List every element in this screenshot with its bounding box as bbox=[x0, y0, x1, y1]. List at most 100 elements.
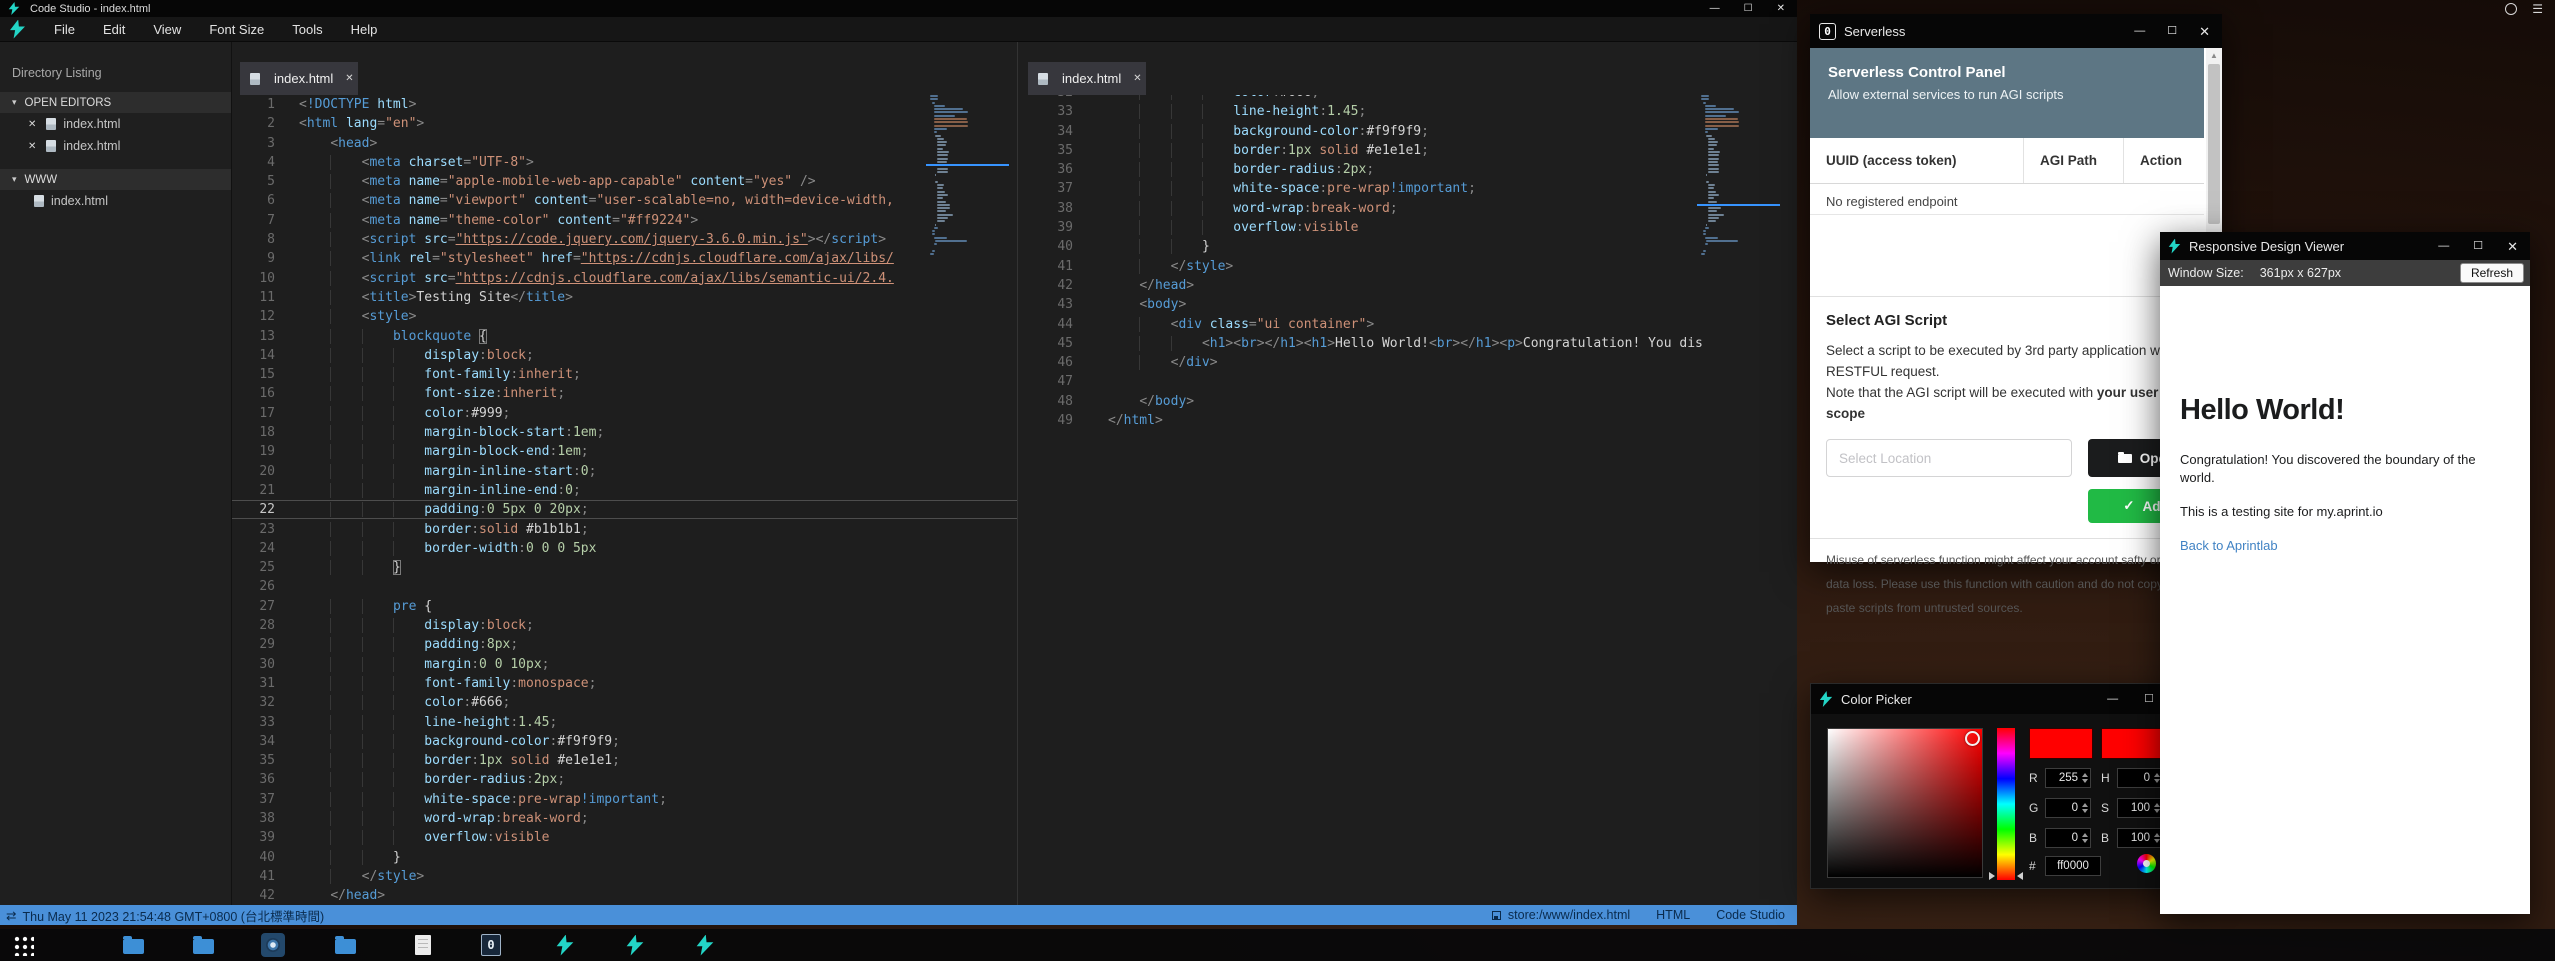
close-icon[interactable]: ✕ bbox=[345, 73, 353, 84]
preview-link[interactable]: Back to Aprintlab bbox=[2180, 538, 2278, 553]
chevron-down-icon: ▾ bbox=[12, 97, 17, 108]
minimize-button[interactable]: — bbox=[2134, 26, 2145, 37]
agi-script-location-input[interactable] bbox=[1826, 439, 2072, 477]
close-button[interactable]: ✕ bbox=[1777, 4, 1785, 14]
close-icon[interactable]: ✕ bbox=[1133, 73, 1141, 84]
code-line: overflow:visible bbox=[1108, 218, 1713, 237]
menu-file[interactable]: File bbox=[40, 17, 89, 42]
sync-icon[interactable]: ⇄ bbox=[6, 908, 16, 923]
saturation-value-area[interactable] bbox=[1827, 728, 1983, 878]
menu-icon[interactable]: ☰ bbox=[2532, 2, 2543, 16]
value-input[interactable]: 0 bbox=[2045, 798, 2091, 818]
taskbar-folder-icon[interactable] bbox=[332, 932, 358, 958]
code-line: </style> bbox=[299, 867, 942, 886]
scrollbar-thumb[interactable] bbox=[2208, 64, 2220, 224]
value-input[interactable]: 0 bbox=[2045, 828, 2091, 848]
taskbar-code-studio-icon[interactable] bbox=[622, 932, 648, 958]
menu-view[interactable]: View bbox=[139, 17, 195, 42]
close-icon[interactable]: ✕ bbox=[28, 141, 36, 152]
serverless-titlebar[interactable]: 0 Serverless — ☐ ✕ bbox=[1810, 14, 2222, 48]
sidebar-section-www[interactable]: ▾WWW bbox=[0, 169, 231, 190]
code-content: <!DOCTYPE html><html lang="en"> <head> <… bbox=[299, 95, 942, 905]
column-agi-path: AGI Path bbox=[2024, 138, 2124, 183]
color-picker-titlebar[interactable]: Color Picker — ☐ bbox=[1811, 684, 2204, 714]
sidebar-item-index.html[interactable]: ✕index.html bbox=[0, 135, 231, 157]
maximize-button[interactable]: ☐ bbox=[2144, 694, 2154, 705]
hsb-b-field: B100 bbox=[2101, 828, 2163, 848]
taskbar-media-player-icon[interactable] bbox=[260, 932, 286, 958]
maximize-button[interactable]: ☐ bbox=[1744, 4, 1753, 14]
stepper-icon[interactable] bbox=[2080, 773, 2089, 783]
line-number: 42 bbox=[232, 886, 275, 905]
line-number: 11 bbox=[232, 288, 275, 307]
taskbar-code-studio-icon[interactable] bbox=[692, 932, 718, 958]
stepper-icon[interactable] bbox=[2080, 803, 2089, 813]
menu-tools[interactable]: Tools bbox=[278, 17, 336, 42]
scroll-up-icon[interactable]: ▲ bbox=[2206, 48, 2222, 62]
minimap[interactable] bbox=[930, 95, 1005, 257]
preview-heading: Hello World! bbox=[2180, 394, 2344, 427]
status-circle-icon[interactable] bbox=[2505, 3, 2517, 15]
rgb-fields: R255G0B0 bbox=[2029, 768, 2091, 858]
line-number: 33 bbox=[1018, 102, 1073, 121]
code-line: line-height:1.45; bbox=[299, 713, 942, 732]
code-editor[interactable]: 323334353637383940414243444546474849 col… bbox=[1018, 83, 1713, 430]
line-number: 37 bbox=[1018, 179, 1073, 198]
line-number: 40 bbox=[1018, 237, 1073, 256]
maximize-button[interactable]: ☐ bbox=[2473, 241, 2483, 252]
editor-group-1: index.html ✕ 123456789101112131415161718… bbox=[232, 42, 1017, 905]
menu-edit[interactable]: Edit bbox=[89, 17, 139, 42]
code-line: color:#999; bbox=[299, 404, 942, 423]
value-input[interactable]: 100 bbox=[2117, 798, 2163, 818]
taskbar-folder-icon[interactable] bbox=[190, 932, 216, 958]
hue-slider[interactable] bbox=[1997, 728, 2015, 880]
taskbar-app-grid-icon[interactable] bbox=[10, 932, 36, 958]
code-line: white-space:pre-wrap!important; bbox=[1108, 179, 1713, 198]
refresh-button[interactable]: Refresh bbox=[2460, 263, 2524, 283]
tab-index-html[interactable]: index.html ✕ bbox=[1028, 62, 1146, 95]
taskbar-code-studio-icon[interactable] bbox=[552, 932, 578, 958]
value-input[interactable]: 255 bbox=[2045, 768, 2091, 788]
rgb-r-field: R255 bbox=[2029, 768, 2091, 788]
color-swatch-current[interactable] bbox=[2029, 728, 2093, 759]
line-number: 7 bbox=[232, 211, 275, 230]
sidebar-section-open-editors[interactable]: ▾OPEN EDITORS bbox=[0, 92, 231, 113]
rdv-titlebar[interactable]: Responsive Design Viewer — ☐ ✕ bbox=[2160, 232, 2530, 260]
status-language[interactable]: HTML bbox=[1656, 908, 1690, 922]
window-titlebar[interactable]: Code Studio - index.html — ☐ ✕ bbox=[0, 0, 1797, 17]
minimize-button[interactable]: — bbox=[2107, 694, 2118, 705]
sidebar-item-index.html[interactable]: index.html bbox=[0, 190, 231, 212]
status-app-name: Code Studio bbox=[1716, 908, 1785, 922]
minimap[interactable] bbox=[1701, 95, 1776, 257]
line-number: 25 bbox=[232, 558, 275, 577]
line-number-gutter: 1234567891011121314151617181920212223242… bbox=[232, 95, 287, 905]
close-button[interactable]: ✕ bbox=[2507, 240, 2518, 253]
tab-index-html[interactable]: index.html ✕ bbox=[240, 62, 358, 95]
taskbar-folder-icon[interactable] bbox=[120, 932, 146, 958]
minimize-button[interactable]: — bbox=[2438, 241, 2449, 252]
close-icon[interactable]: ✕ bbox=[28, 119, 36, 130]
line-number: 34 bbox=[232, 732, 275, 751]
color-wheel-icon[interactable] bbox=[2137, 854, 2156, 873]
sidebar-item-index.html[interactable]: ✕index.html bbox=[0, 113, 231, 135]
status-file-path[interactable]: store:/www/index.html bbox=[1492, 908, 1630, 922]
maximize-button[interactable]: ☐ bbox=[2167, 26, 2177, 37]
minimize-button[interactable]: — bbox=[1710, 4, 1720, 14]
menu-font-size[interactable]: Font Size bbox=[195, 17, 278, 42]
menu-help[interactable]: Help bbox=[337, 17, 392, 42]
color-swatch-previous[interactable] bbox=[2101, 728, 2167, 759]
code-editor[interactable]: 1234567891011121314151617181920212223242… bbox=[232, 95, 942, 905]
value-input[interactable]: 100 bbox=[2117, 828, 2163, 848]
taskbar-text-file-icon[interactable] bbox=[410, 932, 436, 958]
code-line: } bbox=[1108, 237, 1713, 256]
value-input[interactable]: 0 bbox=[2117, 768, 2163, 788]
hex-input[interactable]: ff0000 bbox=[2045, 856, 2101, 876]
line-number: 41 bbox=[232, 867, 275, 886]
close-button[interactable]: ✕ bbox=[2199, 25, 2210, 38]
stepper-icon[interactable] bbox=[2080, 833, 2089, 843]
sv-selector-ring[interactable] bbox=[1965, 731, 1980, 746]
code-line: } bbox=[299, 558, 942, 577]
taskbar-serverless-app-icon[interactable]: 0 bbox=[478, 932, 504, 958]
line-number: 33 bbox=[232, 713, 275, 732]
line-number: 28 bbox=[232, 616, 275, 635]
